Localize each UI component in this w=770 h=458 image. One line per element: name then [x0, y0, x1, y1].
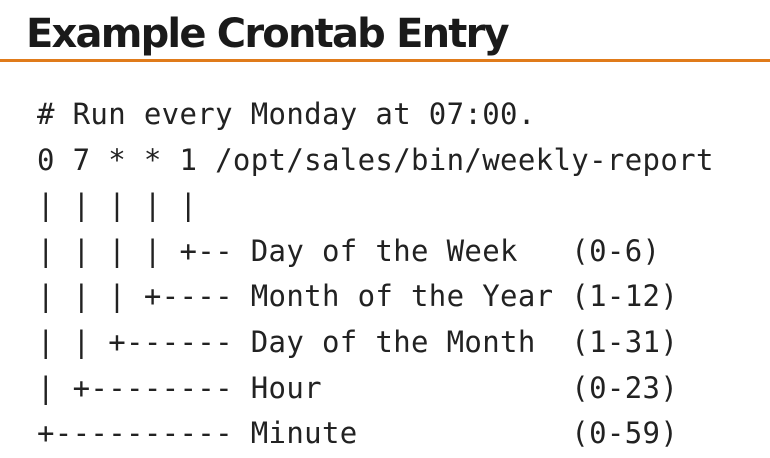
code-comment-line: # Run every Monday at 07:00.	[37, 97, 536, 131]
minute-annotation: +---------- Minute (0-59)	[37, 416, 679, 451]
crontab-code-block: # Run every Monday at 07:00. 0 7 * * 1 /…	[37, 92, 714, 457]
field-pointer-line: | | | | |	[37, 188, 198, 223]
day-of-week-annotation: | | | | +-- Day of the Week (0-6)	[37, 233, 661, 268]
day-of-month-annotation: | | +------ Day of the Month (1-31)	[37, 324, 679, 359]
slide-title: Example Crontab Entry	[26, 11, 510, 57]
crontab-entry-line: 0 7 * * 1 /opt/sales/bin/weekly-report	[37, 142, 714, 177]
hour-annotation: | +-------- Hour (0-23)	[37, 370, 679, 405]
month-annotation: | | | +---- Month of the Year (1-12)	[37, 279, 679, 314]
title-underline	[0, 59, 770, 62]
